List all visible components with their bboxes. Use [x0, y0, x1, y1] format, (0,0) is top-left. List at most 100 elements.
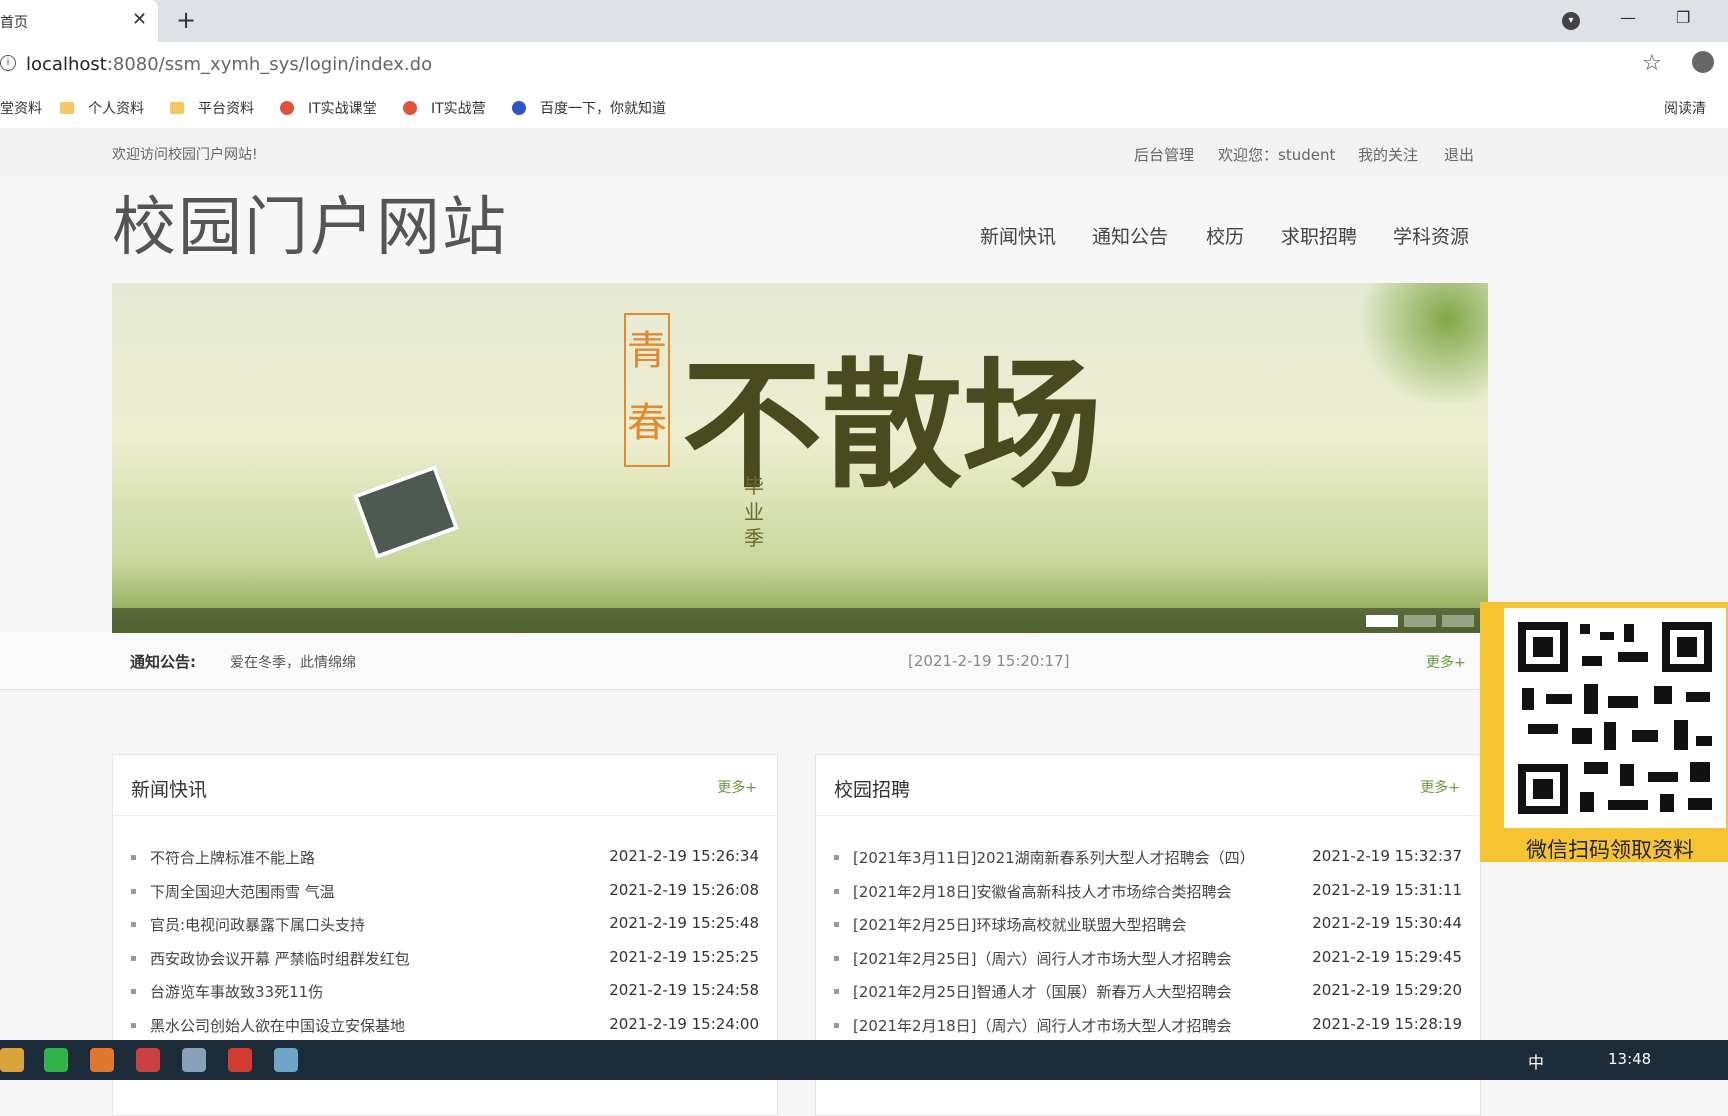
clock[interactable]: 13:48 — [1608, 1050, 1651, 1068]
item-date: 2021-2-19 15:30:44 — [1312, 914, 1462, 933]
slide-dot-3[interactable] — [1442, 615, 1474, 627]
item-date: 2021-2-19 15:26:34 — [609, 847, 759, 865]
news-panel-header: 新闻快讯 更多+ — [113, 755, 777, 816]
minimize-icon[interactable]: — — [1620, 8, 1636, 27]
banner-qingchun-text: 青春 — [624, 313, 670, 467]
nav-jobs[interactable]: 求职招聘 — [1281, 222, 1357, 249]
bookmark-item[interactable]: 平台资料 — [170, 98, 254, 118]
reading-mode[interactable]: 阅读清 — [1664, 98, 1706, 118]
item-title[interactable]: 下周全国迎大范围雨雪 气温 — [150, 883, 335, 901]
jobs-panel-title: 校园招聘 — [834, 779, 911, 801]
banner-carousel[interactable]: 青春 不散场 毕业季 — [112, 283, 1488, 633]
item-title[interactable]: [2021年2月25日]智通人才（国展）新春万人大型招聘会 — [853, 983, 1232, 1001]
slide-dot-2[interactable] — [1404, 615, 1436, 627]
nav-news[interactable]: 新闻快讯 — [980, 222, 1056, 249]
list-item[interactable]: 不符合上牌标准不能上路 2021-2-19 15:26:34 — [131, 847, 759, 881]
wps-taskbar-icon[interactable] — [228, 1048, 252, 1072]
qr-pattern — [1508, 612, 1722, 824]
item-title[interactable]: 黑水公司创始人欲在中国设立安保基地 — [150, 1017, 405, 1035]
list-item[interactable]: [2021年2月25日]智通人才（国展）新春万人大型招聘会 2021-2-19 1… — [834, 981, 1462, 1015]
close-icon[interactable]: ✕ — [132, 9, 147, 30]
ime-indicator[interactable]: 中 — [1528, 1049, 1544, 1073]
bullet-icon — [834, 922, 839, 928]
item-title[interactable]: [2021年2月25日]（周六）闾行人才市场大型人才招聘会 — [853, 950, 1232, 968]
url-field[interactable]: localhost:8080/ssm_xymh_sys/login/index.… — [26, 54, 432, 75]
bookmark-item[interactable]: 个人资料 — [60, 98, 144, 118]
tab-search-icon[interactable]: ▾ — [1562, 12, 1580, 30]
settings-taskbar-icon[interactable] — [182, 1048, 206, 1072]
nav-resources[interactable]: 学科资源 — [1393, 222, 1469, 249]
list-item[interactable]: 下周全国迎大范围雨雪 气温 2021-2-19 15:26:08 — [131, 881, 759, 915]
reading-mode-label: 阅读清 — [1664, 101, 1706, 117]
notice-row: 通知公告: 爱在冬季，此情绵绵 [2021-2-19 15:20:17] 更多+ — [0, 633, 1728, 690]
list-item[interactable]: [2021年2月25日]环球场高校就业联盟大型招聘会 2021-2-19 15:3… — [834, 914, 1462, 948]
list-item[interactable]: 西安政协会议开幕 严禁临时组群发红包 2021-2-19 15:25:25 — [131, 948, 759, 982]
bullet-icon — [131, 922, 136, 928]
bookmark-item[interactable]: 百度一下，你就知道 — [512, 98, 666, 118]
slide-dot-1[interactable] — [1366, 615, 1398, 627]
news-more-link[interactable]: 更多+ — [717, 777, 757, 797]
browser-tab[interactable]: 首页 ✕ — [0, 0, 158, 42]
list-item[interactable]: 官员:电视问政暴露下属口头支持 2021-2-19 15:25:48 — [131, 914, 759, 948]
item-date: 2021-2-19 15:32:37 — [1312, 847, 1462, 865]
item-title[interactable]: [2021年3月11日]2021湖南新春系列大型人才招聘会（四） — [853, 849, 1255, 867]
browser-tab-bar: 首页 ✕ + ▾ — ❐ — [0, 0, 1728, 42]
admin-link[interactable]: 后台管理 — [1134, 144, 1194, 165]
item-date: 2021-2-19 15:24:58 — [609, 981, 759, 1000]
wechat-taskbar-icon[interactable] — [44, 1048, 68, 1072]
baidu-icon — [512, 101, 526, 115]
news-panel-title: 新闻快讯 — [131, 779, 208, 801]
bookmark-label: IT实战课堂 — [308, 101, 377, 117]
bookmark-item[interactable]: IT实战营 — [403, 98, 486, 118]
logout-link[interactable]: 退出 — [1444, 144, 1474, 165]
item-date: 2021-2-19 15:29:20 — [1312, 981, 1462, 1000]
item-title[interactable]: [2021年2月18日]（周六）闾行人才市场大型人才招聘会 — [853, 1017, 1232, 1035]
welcome-text: 欢迎访问校园门户网站! — [112, 147, 258, 163]
my-follow-link[interactable]: 我的关注 — [1358, 144, 1418, 165]
jobs-more-link[interactable]: 更多+ — [1420, 777, 1460, 797]
app-taskbar-icon[interactable] — [136, 1048, 160, 1072]
bullet-icon — [834, 855, 839, 860]
app-taskbar-icon[interactable] — [90, 1048, 114, 1072]
bookmark-item[interactable]: 堂资料 — [0, 98, 42, 118]
chrome-taskbar-icon[interactable] — [0, 1048, 24, 1072]
bullet-icon — [131, 888, 136, 894]
site-top-bar: 欢迎访问校园门户网站! 后台管理 欢迎您：student 我的关注 退出 — [0, 128, 1728, 176]
notice-time: [2021-2-19 15:20:17] — [908, 652, 1070, 670]
bookmark-label: 个人资料 — [88, 101, 144, 117]
list-item[interactable]: [2021年2月18日]安徽省高新科技人才市场综合类招聘会 2021-2-19 1… — [834, 881, 1462, 915]
folder-icon — [60, 102, 74, 114]
bookmark-label: 平台资料 — [198, 101, 254, 117]
notice-text[interactable]: 爱在冬季，此情绵绵 — [230, 652, 356, 672]
news-list: 不符合上牌标准不能上路 2021-2-19 15:26:34 下周全国迎大范围雨雪… — [131, 847, 759, 1049]
restore-icon[interactable]: ❐ — [1676, 8, 1690, 27]
url-path: :8080/ssm_xymh_sys/login/index.do — [106, 54, 433, 75]
leaf-decoration — [1352, 283, 1488, 403]
bullet-icon — [131, 955, 136, 961]
profile-icon[interactable] — [1692, 51, 1714, 73]
site-icon — [403, 101, 417, 115]
new-tab-icon[interactable]: + — [176, 6, 196, 34]
list-item[interactable]: [2021年3月11日]2021湖南新春系列大型人才招聘会（四） 2021-2-1… — [834, 847, 1462, 881]
item-date: 2021-2-19 15:28:19 — [1312, 1014, 1462, 1033]
list-item[interactable]: [2021年2月25日]（周六）闾行人才市场大型人才招聘会 2021-2-19 1… — [834, 948, 1462, 982]
user-greeting: 欢迎您：student — [1218, 146, 1336, 164]
item-title[interactable]: 官员:电视问政暴露下属口头支持 — [150, 916, 365, 934]
notice-more-link[interactable]: 更多+ — [1426, 652, 1466, 672]
taskbar: 中 13:48 — [0, 1040, 1728, 1080]
site-icon — [280, 101, 294, 115]
star-icon[interactable]: ☆ — [1642, 51, 1662, 76]
item-title[interactable]: 台游览车事故致33死11伤 — [150, 983, 323, 1001]
item-title[interactable]: [2021年2月25日]环球场高校就业联盟大型招聘会 — [853, 916, 1187, 934]
nav-notices[interactable]: 通知公告 — [1092, 222, 1168, 249]
jobs-panel-header: 校园招聘 更多+ — [816, 755, 1480, 816]
nav-calendar[interactable]: 校历 — [1206, 222, 1244, 249]
item-title[interactable]: 西安政协会议开幕 严禁临时组群发红包 — [150, 950, 410, 968]
bookmark-item[interactable]: IT实战课堂 — [280, 98, 377, 118]
list-item[interactable]: 台游览车事故致33死11伤 2021-2-19 15:24:58 — [131, 981, 759, 1015]
item-title[interactable]: 不符合上牌标准不能上路 — [150, 849, 315, 867]
banner-season-text: 毕业季 — [744, 474, 764, 550]
app-taskbar-icon[interactable] — [274, 1048, 298, 1072]
info-icon[interactable]: i — [0, 55, 16, 71]
item-title[interactable]: [2021年2月18日]安徽省高新科技人才市场综合类招聘会 — [853, 883, 1232, 901]
